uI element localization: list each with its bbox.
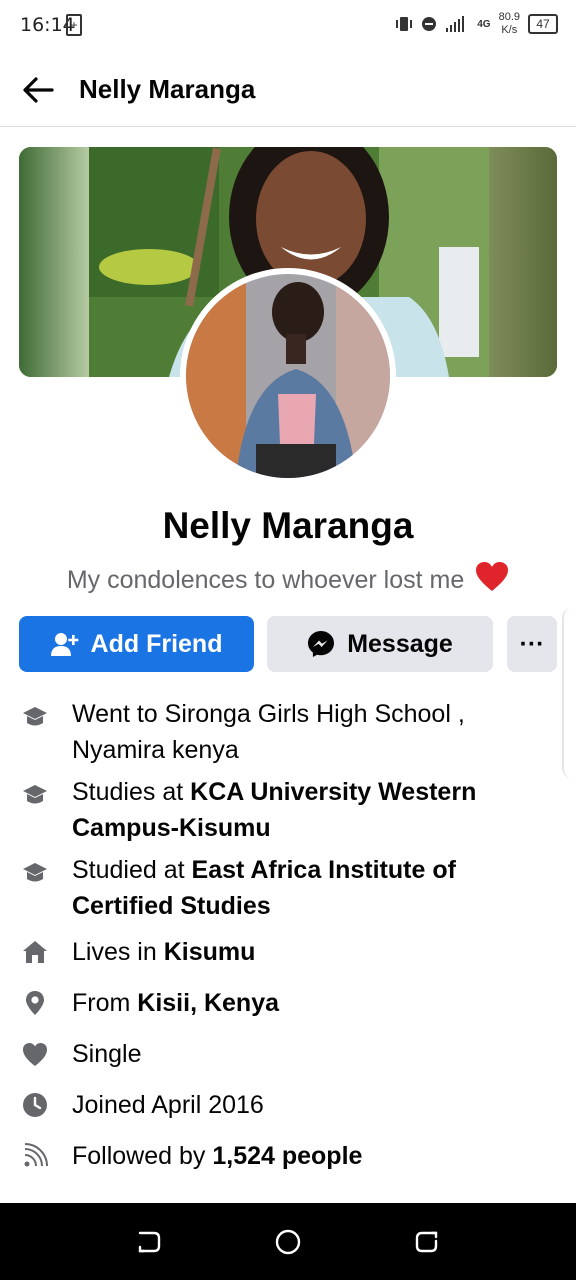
header-title: Nelly Maranga (79, 74, 256, 104)
profile-name: Nelly Maranga (162, 505, 414, 546)
do-not-disturb-icon (422, 17, 437, 31)
rss-icon (24, 1143, 48, 1167)
network-type: 4G (477, 18, 491, 30)
graduation-cap-icon (23, 863, 47, 882)
add-friend-button[interactable]: Add Friend (19, 616, 254, 672)
status-icons: 4G 80.9 K/s 47 (395, 10, 558, 38)
more-options-button[interactable]: ··· (507, 616, 557, 672)
add-friend-label: Add Friend (90, 629, 223, 658)
profile-picture-image (186, 274, 390, 478)
from-link[interactable]: Kisii, Kenya (137, 989, 279, 1017)
system-navigation-bar (0, 1203, 576, 1280)
network-speed: 80.9 K/s (498, 11, 520, 36)
education-text: Went to Sironga Girls High School , Nyam… (72, 700, 465, 764)
messenger-icon (308, 631, 335, 657)
graduation-cap-icon (23, 707, 47, 726)
lives-in-link[interactable]: Kisumu (164, 938, 256, 966)
home-nav-icon[interactable] (273, 1227, 303, 1257)
lives-in-text: Lives in Kisumu (72, 938, 256, 966)
from-text: From Kisii, Kenya (72, 989, 280, 1017)
battery-saver-icon: + (66, 14, 82, 36)
location-pin-icon (26, 991, 44, 1015)
followers-link[interactable]: 1,524 people (212, 1142, 362, 1170)
add-user-icon (50, 633, 78, 656)
followers-text: Followed by 1,524 people (72, 1142, 363, 1170)
profile-bio: My condolences to whoever lost me (0, 562, 576, 595)
vibrate-icon (396, 17, 413, 31)
profile-bio-text: My condolences to whoever lost me (66, 566, 465, 594)
signal-icon (446, 16, 465, 32)
home-icon (23, 941, 47, 963)
studies-text: Studies at KCA University Western Campus… (72, 778, 477, 842)
heart-icon (23, 1043, 47, 1066)
app-header: Nelly Maranga (0, 52, 576, 127)
clock-icon (23, 1093, 47, 1117)
red-heart-emoji-icon (476, 562, 509, 591)
status-bar: 16:14 + 4G 80.9 K/s 47 (0, 0, 576, 52)
message-button[interactable]: Message (267, 616, 493, 672)
side-panel-edge (562, 608, 576, 778)
profile-picture[interactable] (180, 268, 396, 484)
graduation-cap-icon (23, 785, 47, 804)
relationship-text: Single (72, 1040, 142, 1068)
more-options-icon: ··· (519, 629, 545, 658)
back-nav-icon[interactable] (134, 1227, 164, 1257)
studied-text: Studied at East Africa Institute of Cert… (72, 856, 456, 920)
joined-text: Joined April 2016 (72, 1091, 264, 1119)
battery-indicator: 47 (528, 14, 558, 34)
message-label: Message (347, 629, 453, 658)
recents-nav-icon[interactable] (412, 1227, 442, 1257)
back-arrow-icon[interactable] (20, 72, 56, 108)
